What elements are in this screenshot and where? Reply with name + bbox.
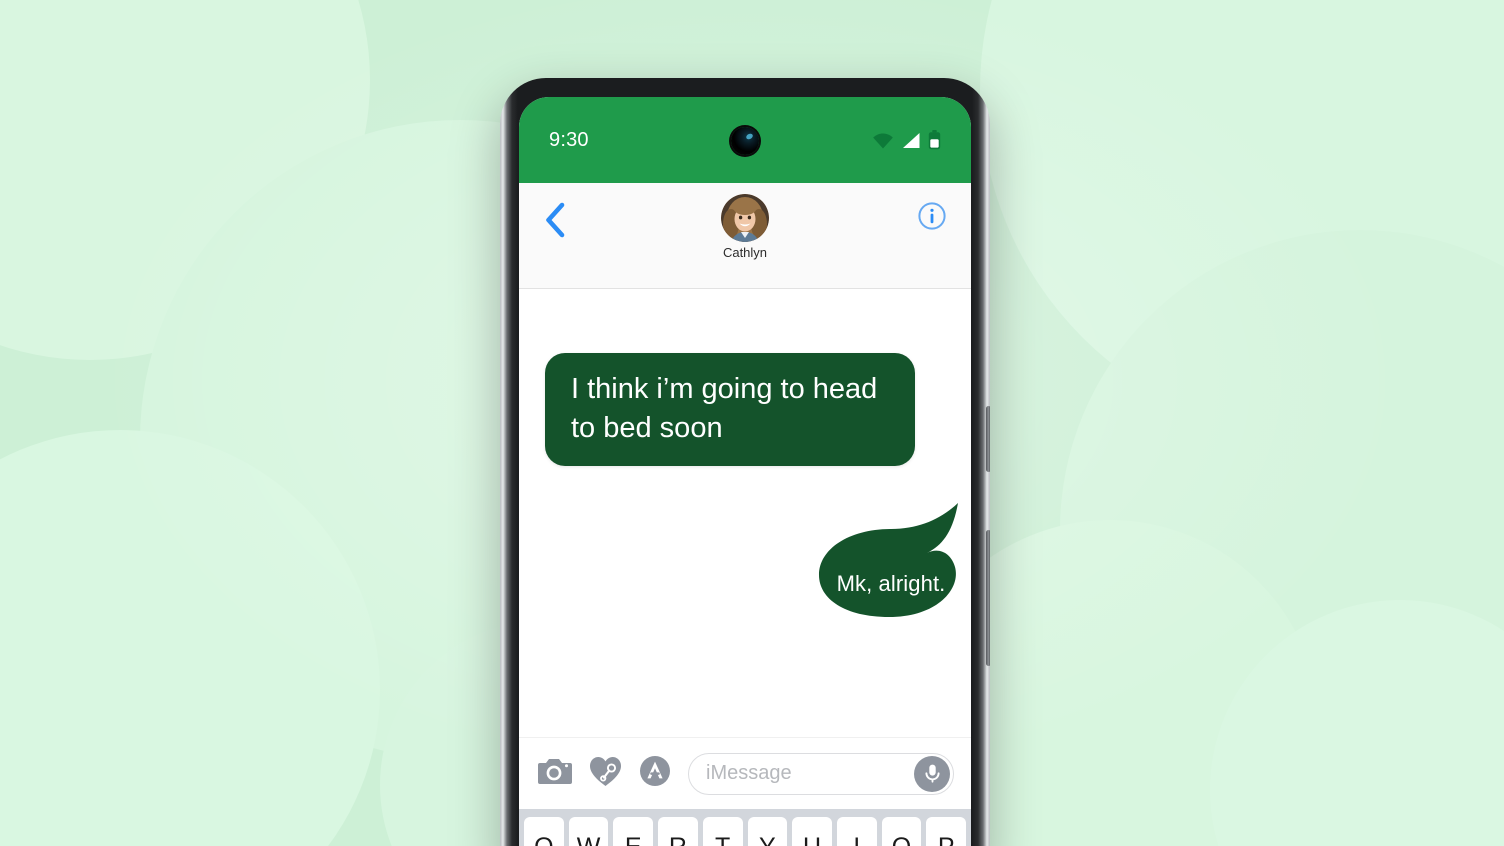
app-store-button[interactable] — [639, 755, 671, 792]
wifi-icon — [873, 133, 893, 148]
app-store-icon — [640, 756, 670, 786]
key-e[interactable]: E — [613, 817, 654, 846]
camera-button[interactable] — [536, 756, 572, 791]
key-q[interactable]: Q — [524, 817, 564, 846]
avatar[interactable] — [721, 194, 769, 242]
heart-digital-touch-icon — [590, 756, 621, 786]
message-thread: I think i’m going to head to bed soon Mk… — [519, 289, 971, 737]
conversation-nav-bar: Cathlyn — [519, 183, 971, 289]
volume-button[interactable] — [986, 406, 990, 472]
message-input-placeholder: iMessage — [706, 762, 792, 784]
message-bubble-incoming[interactable]: I think i’m going to head to bed soon — [545, 353, 915, 467]
message-bubble-outgoing[interactable]: Mk, alright. — [815, 501, 967, 629]
key-u[interactable]: U — [792, 817, 832, 846]
status-bar: 9:30 — [519, 97, 971, 183]
key-p[interactable]: P — [926, 817, 967, 846]
key-t[interactable]: T — [702, 817, 743, 846]
message-input-field[interactable]: iMessage — [688, 752, 954, 795]
front-camera-punch-hole-icon — [731, 127, 759, 155]
contact-header[interactable]: Cathlyn — [519, 194, 971, 260]
battery-icon — [928, 130, 941, 150]
microphone-icon — [924, 764, 940, 783]
message-input-toolbar: iMessage — [519, 737, 971, 809]
leaf-bubble-shape-icon — [819, 503, 958, 617]
keyboard-row-top: Q W E R T Y U I O P — [524, 817, 967, 846]
phone-mockup: 9:30 Cathlyn I think i’m going to head t… — [500, 78, 990, 846]
camera-icon — [538, 759, 572, 784]
info-button[interactable] — [917, 201, 947, 236]
microphone-button[interactable] — [914, 755, 950, 792]
key-w[interactable]: W — [568, 817, 609, 846]
key-r[interactable]: R — [658, 817, 698, 846]
power-button[interactable] — [986, 530, 990, 666]
chevron-left-icon — [546, 202, 565, 238]
info-circle-icon — [918, 202, 946, 230]
key-y[interactable]: Y — [747, 817, 788, 846]
contact-name: Cathlyn — [722, 245, 768, 260]
cellular-signal-icon — [903, 132, 920, 148]
phone-screen: 9:30 Cathlyn I think i’m going to head t… — [519, 97, 971, 846]
onscreen-keyboard: Q W E R T Y U I O P — [519, 809, 971, 846]
key-o[interactable]: O — [881, 817, 922, 846]
back-button[interactable] — [543, 201, 567, 244]
status-bar-clock: 9:30 — [549, 128, 589, 151]
status-bar-icons — [872, 130, 941, 150]
key-i[interactable]: I — [836, 817, 877, 846]
avatar-photo-icon — [721, 194, 769, 242]
digital-touch-button[interactable] — [589, 756, 622, 792]
